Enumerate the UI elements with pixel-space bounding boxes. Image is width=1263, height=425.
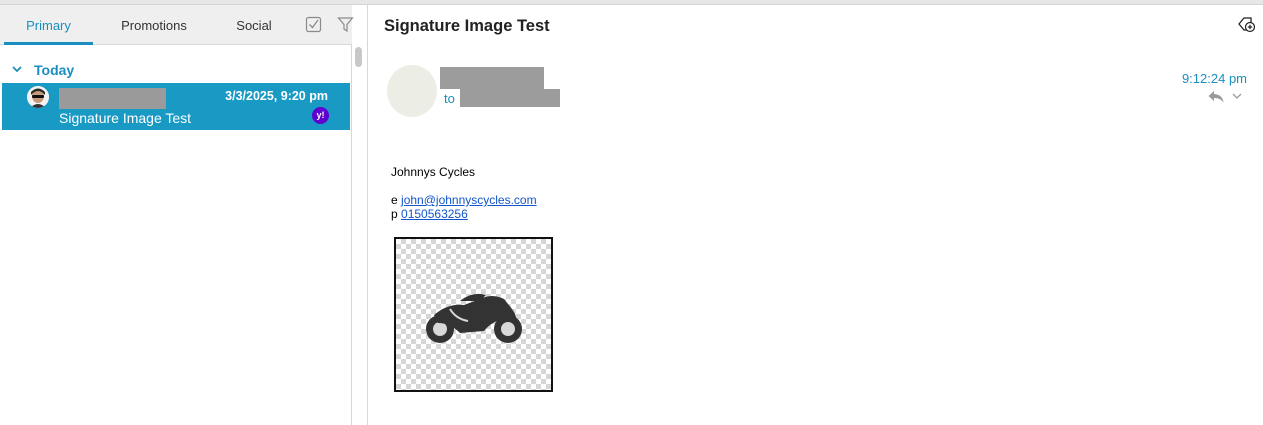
phone-link[interactable]: 0150563256 bbox=[401, 207, 468, 221]
signature-company: Johnnys Cycles bbox=[391, 165, 476, 179]
group-header-today[interactable]: Today bbox=[0, 59, 350, 81]
motorcycle-icon bbox=[426, 293, 522, 343]
reply-options-chevron-icon[interactable] bbox=[1231, 91, 1243, 101]
tab-social[interactable]: Social bbox=[225, 5, 283, 43]
filter-icon[interactable] bbox=[337, 16, 354, 33]
signature-image bbox=[394, 237, 553, 392]
email-prefix: e bbox=[391, 193, 398, 207]
email-time: 9:12:24 pm bbox=[1181, 71, 1247, 86]
message-subject: Signature Image Test bbox=[59, 110, 192, 126]
phone-prefix: p bbox=[391, 207, 398, 221]
reading-pane: Signature Image Test to 9:12:24 pm Johnn… bbox=[367, 5, 1263, 425]
add-tag-icon[interactable] bbox=[1237, 15, 1255, 33]
sender-name-redacted bbox=[440, 67, 544, 89]
email-link[interactable]: john@johnnyscycles.com bbox=[401, 193, 537, 207]
message-list-pane: Primary Promotions Social Today 3/3/2025… bbox=[0, 5, 362, 425]
select-all-checkbox-icon[interactable] bbox=[305, 16, 322, 33]
group-label: Today bbox=[34, 62, 75, 78]
signature-phone-line: p 0150563256 bbox=[391, 207, 468, 221]
yahoo-account-icon: y! bbox=[312, 107, 329, 124]
tab-promotions[interactable]: Promotions bbox=[108, 5, 200, 43]
message-date: 3/3/2025, 9:20 pm bbox=[225, 89, 328, 103]
folder-tab-bar: Primary Promotions Social bbox=[0, 5, 354, 45]
recipient-label: to bbox=[444, 91, 455, 106]
sender-avatar-large bbox=[387, 65, 437, 117]
email-subject: Signature Image Test bbox=[384, 17, 550, 35]
sender-avatar bbox=[27, 86, 49, 108]
reply-icon[interactable] bbox=[1207, 89, 1225, 104]
list-item-selected-message[interactable]: 3/3/2025, 9:20 pm Signature Image Test y… bbox=[2, 83, 350, 130]
sender-name-redacted bbox=[59, 88, 166, 109]
chevron-down-icon[interactable] bbox=[12, 65, 22, 73]
list-scrollbar[interactable] bbox=[355, 47, 362, 67]
recipient-redacted bbox=[460, 89, 560, 107]
signature-email-line: e john@johnnyscycles.com bbox=[391, 193, 537, 207]
tab-primary[interactable]: Primary bbox=[4, 5, 93, 45]
